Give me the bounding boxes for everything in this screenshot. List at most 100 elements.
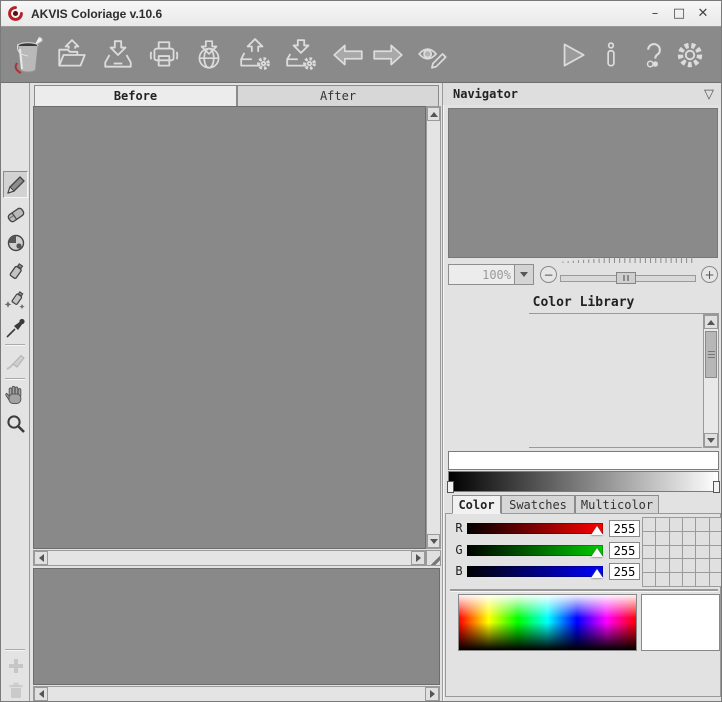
scroll-down-button[interactable] bbox=[427, 534, 440, 548]
swatch-cell[interactable] bbox=[683, 573, 695, 586]
swatch-cell[interactable] bbox=[656, 573, 668, 586]
swatch-cell[interactable] bbox=[643, 532, 655, 545]
color-spectrum[interactable] bbox=[458, 594, 637, 651]
add-swatch-icon[interactable] bbox=[4, 654, 28, 678]
scroll-up-button[interactable] bbox=[427, 107, 440, 121]
swatch-cell[interactable] bbox=[670, 532, 682, 545]
swatch-cell[interactable] bbox=[710, 532, 722, 545]
swatch-cell[interactable] bbox=[696, 532, 708, 545]
swatch-cell[interactable] bbox=[696, 518, 708, 531]
swatch-cell[interactable] bbox=[710, 559, 722, 572]
swatch-cell[interactable] bbox=[670, 518, 682, 531]
strokes-hscrollbar[interactable] bbox=[33, 686, 440, 702]
hand-icon[interactable] bbox=[4, 383, 28, 407]
swatch-cell[interactable] bbox=[656, 518, 668, 531]
scroll-up-button[interactable] bbox=[704, 315, 718, 329]
zoom-dropdown-button[interactable] bbox=[514, 265, 533, 284]
scroll-right-button[interactable] bbox=[411, 551, 425, 565]
zoom-tool-icon[interactable] bbox=[4, 412, 28, 436]
red-slider[interactable] bbox=[467, 523, 603, 534]
red-value-input[interactable] bbox=[609, 520, 640, 537]
swatch-cell[interactable] bbox=[656, 532, 668, 545]
scroll-left-button[interactable] bbox=[34, 551, 48, 565]
zoom-value-input[interactable] bbox=[449, 265, 514, 284]
swatch-cell[interactable] bbox=[710, 573, 722, 586]
blue-slider-handle[interactable] bbox=[591, 569, 603, 578]
color-library-scrollbar[interactable] bbox=[703, 314, 719, 448]
zoom-slider-thumb[interactable] bbox=[616, 272, 636, 284]
color-library-list[interactable] bbox=[446, 314, 701, 447]
image-canvas[interactable] bbox=[33, 106, 426, 549]
keep-color-pencil-icon[interactable] bbox=[4, 173, 28, 197]
swatch-cell[interactable] bbox=[643, 546, 655, 559]
tab-multicolor[interactable]: Multicolor bbox=[575, 495, 659, 514]
swatch-cell[interactable] bbox=[643, 559, 655, 572]
swatch-cell[interactable] bbox=[670, 546, 682, 559]
swatch-cell[interactable] bbox=[656, 559, 668, 572]
swatch-cell[interactable] bbox=[656, 546, 668, 559]
eyedropper-icon[interactable] bbox=[4, 316, 28, 340]
swatch-cell[interactable] bbox=[696, 573, 708, 586]
preferences-icon[interactable] bbox=[673, 38, 707, 72]
tab-after[interactable]: After bbox=[237, 85, 439, 106]
color-reference-ball-icon[interactable] bbox=[4, 231, 28, 255]
tab-color[interactable]: Color bbox=[452, 495, 501, 514]
swatch-cell[interactable] bbox=[643, 518, 655, 531]
red-slider-handle[interactable] bbox=[591, 526, 603, 535]
magic-tube-icon[interactable] bbox=[4, 288, 28, 312]
export-settings-icon[interactable] bbox=[284, 38, 318, 72]
undo-icon[interactable] bbox=[331, 38, 365, 72]
mini-swatch-grid[interactable] bbox=[642, 517, 722, 587]
swatch-cell[interactable] bbox=[710, 518, 722, 531]
current-color-swatch[interactable] bbox=[641, 594, 720, 651]
help-icon[interactable] bbox=[637, 38, 671, 72]
swatch-cell[interactable] bbox=[683, 532, 695, 545]
maximize-button[interactable]: □ bbox=[669, 5, 689, 23]
green-slider[interactable] bbox=[467, 545, 603, 556]
print-image-icon[interactable] bbox=[147, 38, 181, 72]
preview-icon[interactable] bbox=[417, 38, 451, 72]
blue-value-input[interactable] bbox=[609, 563, 640, 580]
scroll-right-button[interactable] bbox=[425, 687, 439, 701]
swatch-cell[interactable] bbox=[683, 518, 695, 531]
akvis-logo-icon[interactable] bbox=[9, 33, 49, 77]
tube-icon[interactable] bbox=[4, 260, 28, 284]
delete-swatch-icon[interactable] bbox=[4, 679, 28, 702]
canvas-hscrollbar[interactable] bbox=[33, 550, 426, 566]
minimize-button[interactable]: – bbox=[645, 5, 665, 23]
green-value-input[interactable] bbox=[609, 542, 640, 559]
eraser-icon[interactable] bbox=[4, 203, 28, 227]
swatch-cell[interactable] bbox=[683, 546, 695, 559]
recolor-brush-icon[interactable] bbox=[4, 349, 28, 373]
blue-slider[interactable] bbox=[467, 566, 603, 577]
import-settings-icon[interactable] bbox=[238, 38, 272, 72]
open-image-icon[interactable] bbox=[55, 38, 89, 72]
saturation-strip[interactable] bbox=[448, 451, 719, 470]
close-button[interactable]: ✕ bbox=[693, 5, 713, 23]
save-image-icon[interactable] bbox=[101, 38, 135, 72]
tab-swatches[interactable]: Swatches bbox=[501, 495, 575, 514]
swatch-cell[interactable] bbox=[710, 546, 722, 559]
publish-web-icon[interactable] bbox=[192, 38, 226, 72]
scroll-down-button[interactable] bbox=[704, 433, 718, 447]
scrollbar-thumb[interactable] bbox=[705, 331, 717, 378]
strokes-panel[interactable] bbox=[33, 568, 440, 685]
swatch-cell[interactable] bbox=[643, 573, 655, 586]
swatch-cell[interactable] bbox=[683, 559, 695, 572]
swatch-cell[interactable] bbox=[696, 546, 708, 559]
gradient-handle-left[interactable] bbox=[447, 481, 454, 493]
green-slider-handle[interactable] bbox=[591, 548, 603, 557]
redo-icon[interactable] bbox=[371, 38, 405, 72]
zoom-combo[interactable] bbox=[448, 264, 534, 285]
zoom-out-button[interactable]: − bbox=[540, 266, 557, 283]
lightness-strip[interactable] bbox=[448, 471, 719, 492]
info-icon[interactable] bbox=[594, 38, 628, 72]
canvas-vscrollbar[interactable] bbox=[426, 106, 441, 549]
tab-before[interactable]: Before bbox=[34, 85, 237, 106]
gradient-handle-right[interactable] bbox=[713, 481, 720, 493]
zoom-in-button[interactable]: + bbox=[701, 266, 718, 283]
collapse-icon[interactable]: ▽ bbox=[704, 87, 714, 102]
run-icon[interactable] bbox=[555, 38, 589, 72]
swatch-cell[interactable] bbox=[670, 559, 682, 572]
scroll-left-button[interactable] bbox=[34, 687, 48, 701]
